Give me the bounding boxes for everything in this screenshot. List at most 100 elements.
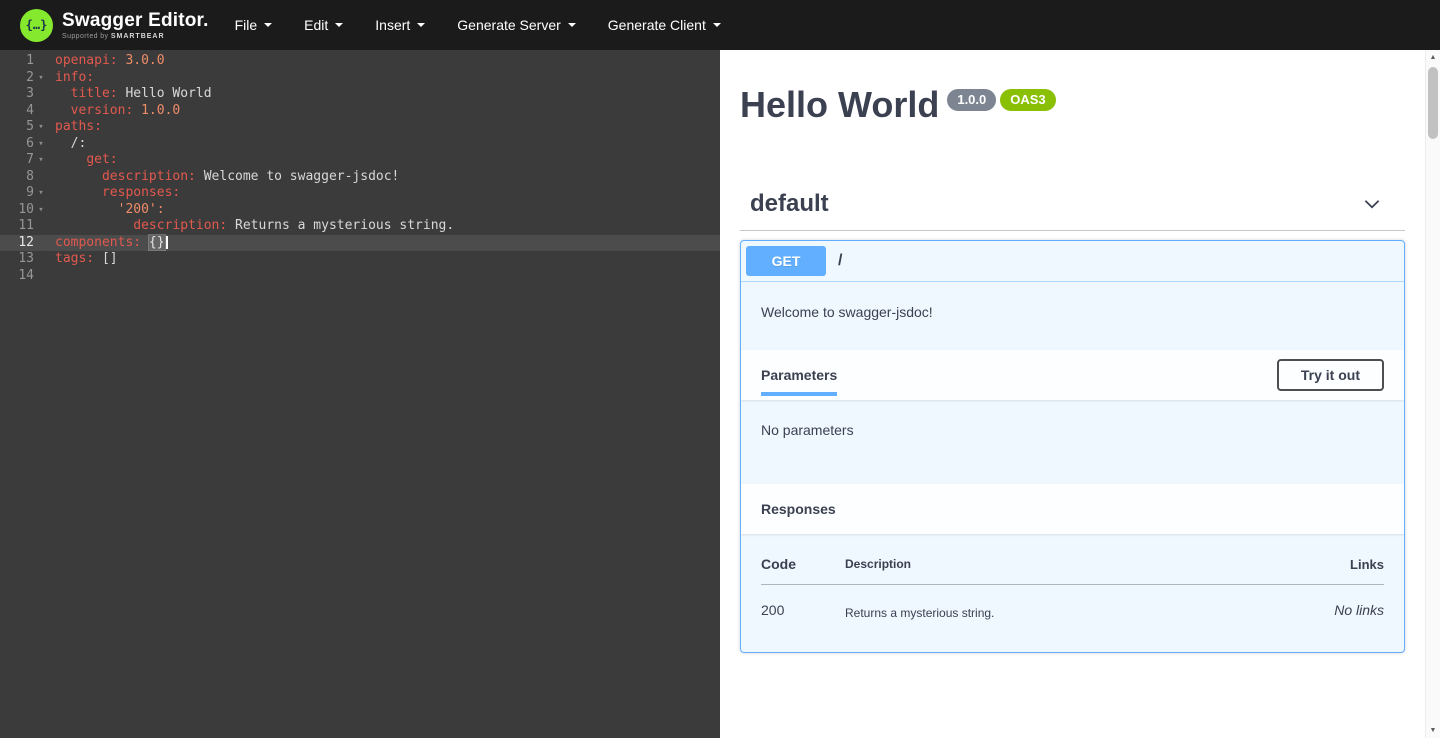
- responses-header-row: Code Description Links: [761, 556, 1384, 585]
- operation-path: /: [838, 252, 842, 270]
- line-number: 3: [0, 86, 34, 103]
- line-number: 9: [0, 185, 34, 202]
- fold-gutter: [34, 169, 48, 186]
- editor-line-6[interactable]: 6▾ /:: [0, 136, 720, 153]
- line-content: components: {}: [48, 235, 720, 252]
- token-plain: Hello World: [118, 86, 212, 101]
- token-key: get:: [86, 152, 117, 167]
- token-key: version:: [71, 103, 134, 118]
- token-plain: [55, 185, 102, 200]
- token-plain: Welcome to swagger-jsdoc!: [196, 169, 400, 184]
- topbar: {…} Swagger Editor. Supported by SMARTBE…: [0, 0, 1440, 50]
- caret-down-icon: [568, 23, 576, 27]
- editor-line-9[interactable]: 9▾ responses:: [0, 185, 720, 202]
- editor-line-2[interactable]: 2▾ info:: [0, 70, 720, 87]
- token-key: info:: [55, 70, 94, 85]
- menu-label: Edit: [304, 17, 328, 33]
- menu-label: Generate Client: [608, 17, 706, 33]
- menu-edit[interactable]: Edit: [304, 17, 343, 33]
- menu-file[interactable]: File: [235, 17, 273, 33]
- line-content: /:: [48, 136, 720, 153]
- chevron-down-icon[interactable]: [1361, 193, 1383, 215]
- menu-generate-client[interactable]: Generate Client: [608, 17, 721, 33]
- line-content: openapi: 3.0.0: [48, 53, 720, 70]
- main-split: 1openapi: 3.0.02▾info:3 title: Hello Wor…: [0, 50, 1440, 738]
- menu-bar: File Edit Insert Generate Server Generate Cl…: [235, 17, 721, 33]
- fold-gutter: [34, 218, 48, 235]
- editor-line-5[interactable]: 5▾paths:: [0, 119, 720, 136]
- caret-down-icon: [335, 23, 343, 27]
- token-num: '200':: [118, 202, 165, 217]
- editor-line-13[interactable]: 13tags: []: [0, 251, 720, 268]
- line-number: 14: [0, 268, 34, 285]
- editor-line-8[interactable]: 8 description: Welcome to swagger-jsdoc!: [0, 169, 720, 186]
- yaml-editor[interactable]: 1openapi: 3.0.02▾info:3 title: Hello Wor…: [0, 50, 720, 738]
- editor-line-3[interactable]: 3 title: Hello World: [0, 86, 720, 103]
- menu-label: Insert: [375, 17, 410, 33]
- fold-gutter: [34, 86, 48, 103]
- editor-line-4[interactable]: 4 version: 1.0.0: [0, 103, 720, 120]
- menu-insert[interactable]: Insert: [375, 17, 425, 33]
- token-key: tags:: [55, 251, 94, 266]
- brand-link[interactable]: {…} Swagger Editor. Supported by SMARTBE…: [20, 9, 209, 42]
- responses-header: Responses: [741, 484, 1404, 534]
- smartbear-wordmark: SMARTBEAR: [111, 33, 165, 40]
- token-plain: [55, 86, 71, 101]
- token-plain: [133, 103, 141, 118]
- line-number: 8: [0, 169, 34, 186]
- tab-parameters[interactable]: Parameters: [761, 367, 837, 383]
- line-content: info:: [48, 70, 720, 87]
- fold-arrow-icon[interactable]: ▾: [34, 202, 48, 219]
- tag-section-header[interactable]: default: [740, 190, 1405, 231]
- line-content: description: Welcome to swagger-jsdoc!: [48, 169, 720, 186]
- response-description: Returns a mysterious string.: [845, 585, 1284, 621]
- editor-line-11[interactable]: 11 description: Returns a mysterious str…: [0, 218, 720, 235]
- token-plain: [55, 218, 133, 233]
- fold-arrow-icon[interactable]: ▾: [34, 119, 48, 136]
- fold-arrow-icon[interactable]: ▾: [34, 70, 48, 87]
- line-number: 13: [0, 251, 34, 268]
- responses-title: Responses: [761, 501, 836, 517]
- preview-scrollbar[interactable]: ▲ ▼: [1425, 50, 1440, 738]
- operation-summary[interactable]: GET /: [741, 241, 1404, 282]
- scroll-up-arrow[interactable]: ▲: [1426, 50, 1440, 65]
- line-content: get:: [48, 152, 720, 169]
- token-key: title:: [71, 86, 118, 101]
- operation-description: Welcome to swagger-jsdoc!: [741, 282, 1404, 350]
- editor-line-12[interactable]: 12 components: {}: [0, 235, 720, 252]
- column-links: Links: [1284, 556, 1384, 585]
- caret-down-icon: [264, 23, 272, 27]
- method-badge: GET: [746, 246, 826, 276]
- opblock-get: GET / Welcome to swagger-jsdoc! Paramete…: [740, 240, 1405, 653]
- caret-down-icon: [713, 23, 721, 27]
- line-number: 2: [0, 70, 34, 87]
- line-number: 12: [0, 235, 34, 252]
- token-key: responses:: [102, 185, 180, 200]
- line-number: 6: [0, 136, 34, 153]
- responses-table: Code Description Links 200Returns a myst…: [761, 556, 1384, 620]
- caret-down-icon: [417, 23, 425, 27]
- fold-arrow-icon[interactable]: ▾: [34, 185, 48, 202]
- token-plain: [141, 235, 149, 250]
- line-content: paths:: [48, 119, 720, 136]
- line-number: 11: [0, 218, 34, 235]
- line-content: version: 1.0.0: [48, 103, 720, 120]
- editor-line-1[interactable]: 1openapi: 3.0.0: [0, 53, 720, 70]
- fold-gutter: [34, 251, 48, 268]
- fold-arrow-icon[interactable]: ▾: [34, 152, 48, 169]
- token-plain: Returns a mysterious string.: [227, 218, 454, 233]
- scroll-down-arrow[interactable]: ▼: [1426, 723, 1440, 738]
- column-description: Description: [845, 556, 1284, 585]
- line-content: '200':: [48, 202, 720, 219]
- token-key: paths:: [55, 119, 102, 134]
- scrollbar-thumb[interactable]: [1428, 67, 1438, 139]
- editor-line-10[interactable]: 10▾ '200':: [0, 202, 720, 219]
- try-it-out-button[interactable]: Try it out: [1277, 359, 1384, 391]
- menu-generate-server[interactable]: Generate Server: [457, 17, 576, 33]
- api-title: Hello World1.0.0OAS3: [740, 84, 1405, 126]
- brand-title: Swagger Editor.: [62, 11, 209, 30]
- fold-arrow-icon[interactable]: ▾: [34, 136, 48, 153]
- editor-line-14[interactable]: 14: [0, 268, 720, 285]
- line-content: responses:: [48, 185, 720, 202]
- editor-line-7[interactable]: 7▾ get:: [0, 152, 720, 169]
